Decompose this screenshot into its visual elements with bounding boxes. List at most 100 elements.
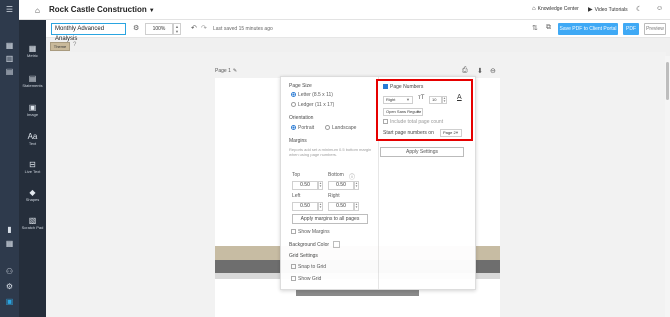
right-margin-stepper[interactable]: ▲ ▼ <box>354 202 359 211</box>
dashboard-icon[interactable]: ▦ <box>5 42 14 50</box>
theme-toggle-icon[interactable]: ☾ <box>636 5 642 13</box>
user-avatar-icon[interactable]: ☺ <box>656 5 663 12</box>
ledger-radio[interactable]: Ledger (11 x 17) <box>291 102 334 108</box>
live-text-icon: ⊟ <box>29 160 36 169</box>
editor-toolbar: Monthly Advanced Analysis ⚙ 100% ▲ ▼ ↶ ↷ … <box>46 20 670 42</box>
gear-icon[interactable]: ⚙ <box>5 283 14 291</box>
tool-live-text[interactable]: ⊟ Live Text <box>19 160 46 174</box>
show-margins-checkbox[interactable]: Show Margins <box>291 229 330 235</box>
background-color-swatch[interactable] <box>333 241 341 248</box>
help-icon[interactable]: ? <box>73 42 76 48</box>
share-icon[interactable]: ⇅ <box>532 24 538 32</box>
apply-settings-button[interactable]: Apply Settings <box>380 147 464 157</box>
tool-text[interactable]: Aa Text <box>19 132 46 146</box>
home-icon[interactable]: ⌂ <box>35 6 40 15</box>
font-size-stepper[interactable]: ▲ ▼ <box>442 96 447 104</box>
margins-heading: Margins <box>289 138 307 144</box>
radio-selected <box>291 125 296 131</box>
image-icon: ▣ <box>28 103 37 112</box>
tool-metric[interactable]: ▦ Metric <box>19 44 46 58</box>
left-margin-input[interactable]: 0.50 <box>292 202 318 211</box>
tool-image[interactable]: ▣ Image <box>19 103 46 117</box>
page-settings-icon[interactable]: ⎙ <box>462 67 468 75</box>
layout-icon[interactable]: ▥ <box>5 55 14 63</box>
landscape-label: Landscape <box>332 125 357 131</box>
more-options-icon[interactable]: ⊖ <box>490 67 496 75</box>
company-name: Rock Castle Construction <box>49 5 147 14</box>
tool-shapes[interactable]: ◆ Shapes <box>19 188 46 202</box>
settings-gear-icon[interactable]: ⚙ <box>133 24 139 32</box>
info-icon[interactable]: ⓘ <box>349 172 355 181</box>
show-grid-checkbox[interactable]: Show Grid <box>291 276 321 282</box>
font-select[interactable]: Open Sans Regular ▼ <box>383 108 423 116</box>
text-size-icon: тT <box>418 95 425 101</box>
top-margin-input[interactable]: 0.50 <box>292 181 318 190</box>
knowledge-center-link[interactable]: ⌂ Knowledge Center <box>532 6 579 12</box>
top-margin-label: Top <box>292 172 301 178</box>
knowledge-center-label: Knowledge Center <box>537 6 579 12</box>
left-margin-stepper[interactable]: ▲ ▼ <box>318 202 323 211</box>
background-color-label: Background Color <box>289 241 330 248</box>
canvas-scrollbar[interactable] <box>665 56 670 317</box>
video-tutorials-link[interactable]: ▶ Video Tutorials <box>588 6 628 13</box>
open-icon[interactable]: ⧉ <box>546 24 551 32</box>
font-size-input[interactable]: 10 <box>429 96 442 104</box>
start-page-value: Page 2 <box>443 130 456 135</box>
theme-button[interactable]: Theme <box>50 42 70 51</box>
download-icon[interactable]: ⬇ <box>477 67 483 75</box>
right-margin-input[interactable]: 0.50 <box>328 202 354 211</box>
bottom-margin-input[interactable]: 0.50 <box>328 181 354 190</box>
portrait-radio[interactable]: Portrait <box>291 125 314 131</box>
page-numbers-panel: Page Numbers Right ▼ тT 10 ▲ ▼ A Open Sans… <box>376 79 473 141</box>
bottom-margin-stepper[interactable]: ▲ ▼ <box>354 181 359 190</box>
document-name-input[interactable]: Monthly Advanced Analysis <box>51 23 126 42</box>
redo-icon[interactable]: ↷ <box>201 24 207 32</box>
document-icon[interactable]: ▮ <box>5 226 14 234</box>
font-color-icon[interactable]: A <box>457 94 462 101</box>
video-tutorials-label: Video Tutorials <box>594 7 628 13</box>
tool-label: Metric <box>27 53 38 58</box>
page-numbers-label: Page Numbers <box>390 84 424 90</box>
grid-icon[interactable]: ▦ <box>5 240 14 248</box>
right-margin-label: Right <box>328 193 340 199</box>
start-page-select[interactable]: Page 2 ▼ <box>440 129 462 137</box>
chat-icon[interactable]: ▣ <box>5 298 14 306</box>
background-color-row: Background Color <box>289 241 341 248</box>
margins-hint: Reports add set a minimum 0.5 bottom mar… <box>289 147 372 157</box>
alignment-select[interactable]: Right ▼ <box>383 96 413 104</box>
shapes-icon: ◆ <box>29 188 36 197</box>
zoom-input[interactable]: 100% <box>145 23 173 35</box>
snap-to-grid-checkbox[interactable]: Snap to Grid <box>291 264 326 270</box>
page-element-bar <box>296 290 419 296</box>
tool-label: Scratch Pad <box>21 225 44 230</box>
orientation-heading: Orientation <box>289 115 314 121</box>
scrollbar-thumb[interactable] <box>666 62 669 100</box>
report-icon[interactable]: ▤ <box>5 68 14 76</box>
users-icon[interactable]: ⚇ <box>5 268 14 276</box>
bottom-margin-label: Bottom <box>328 172 344 178</box>
pencil-icon[interactable]: ✎ <box>233 68 237 74</box>
graduation-cap-icon: ⌂ <box>532 6 536 12</box>
tool-scratch-pad[interactable]: ▧ Scratch Pad <box>19 216 46 230</box>
letter-radio[interactable]: Letter (8.5 x 11) <box>291 92 333 98</box>
left-margin-label: Left <box>292 193 301 199</box>
apply-margins-button[interactable]: Apply margins to all pages <box>292 214 368 224</box>
pdf-button[interactable]: PDF <box>623 23 639 35</box>
save-pdf-client-portal-button[interactable]: Save PDF to Client Portal <box>558 23 618 35</box>
tool-statements[interactable]: ▤ Statements <box>19 74 46 88</box>
statements-icon: ▤ <box>28 74 37 83</box>
landscape-radio[interactable]: Landscape <box>325 125 356 131</box>
page-label: Page 1 ✎ <box>215 68 237 74</box>
checkbox <box>291 229 296 235</box>
checkbox-checked <box>383 84 388 90</box>
undo-icon[interactable]: ↶ <box>191 24 197 32</box>
collapse-menu-icon[interactable]: ☰ <box>5 6 14 14</box>
preview-button[interactable]: Preview <box>644 23 666 35</box>
include-total-checkbox[interactable]: Include total page count <box>383 119 443 125</box>
company-switcher[interactable]: Rock Castle Construction ▼ <box>49 5 155 14</box>
scratch-pad-icon: ▧ <box>28 216 37 225</box>
video-icon: ▶ <box>588 7 593 13</box>
page-numbers-checkbox[interactable]: Page Numbers <box>383 84 423 90</box>
top-margin-stepper[interactable]: ▲ ▼ <box>318 181 323 190</box>
zoom-stepper[interactable]: ▲ ▼ <box>173 23 181 35</box>
